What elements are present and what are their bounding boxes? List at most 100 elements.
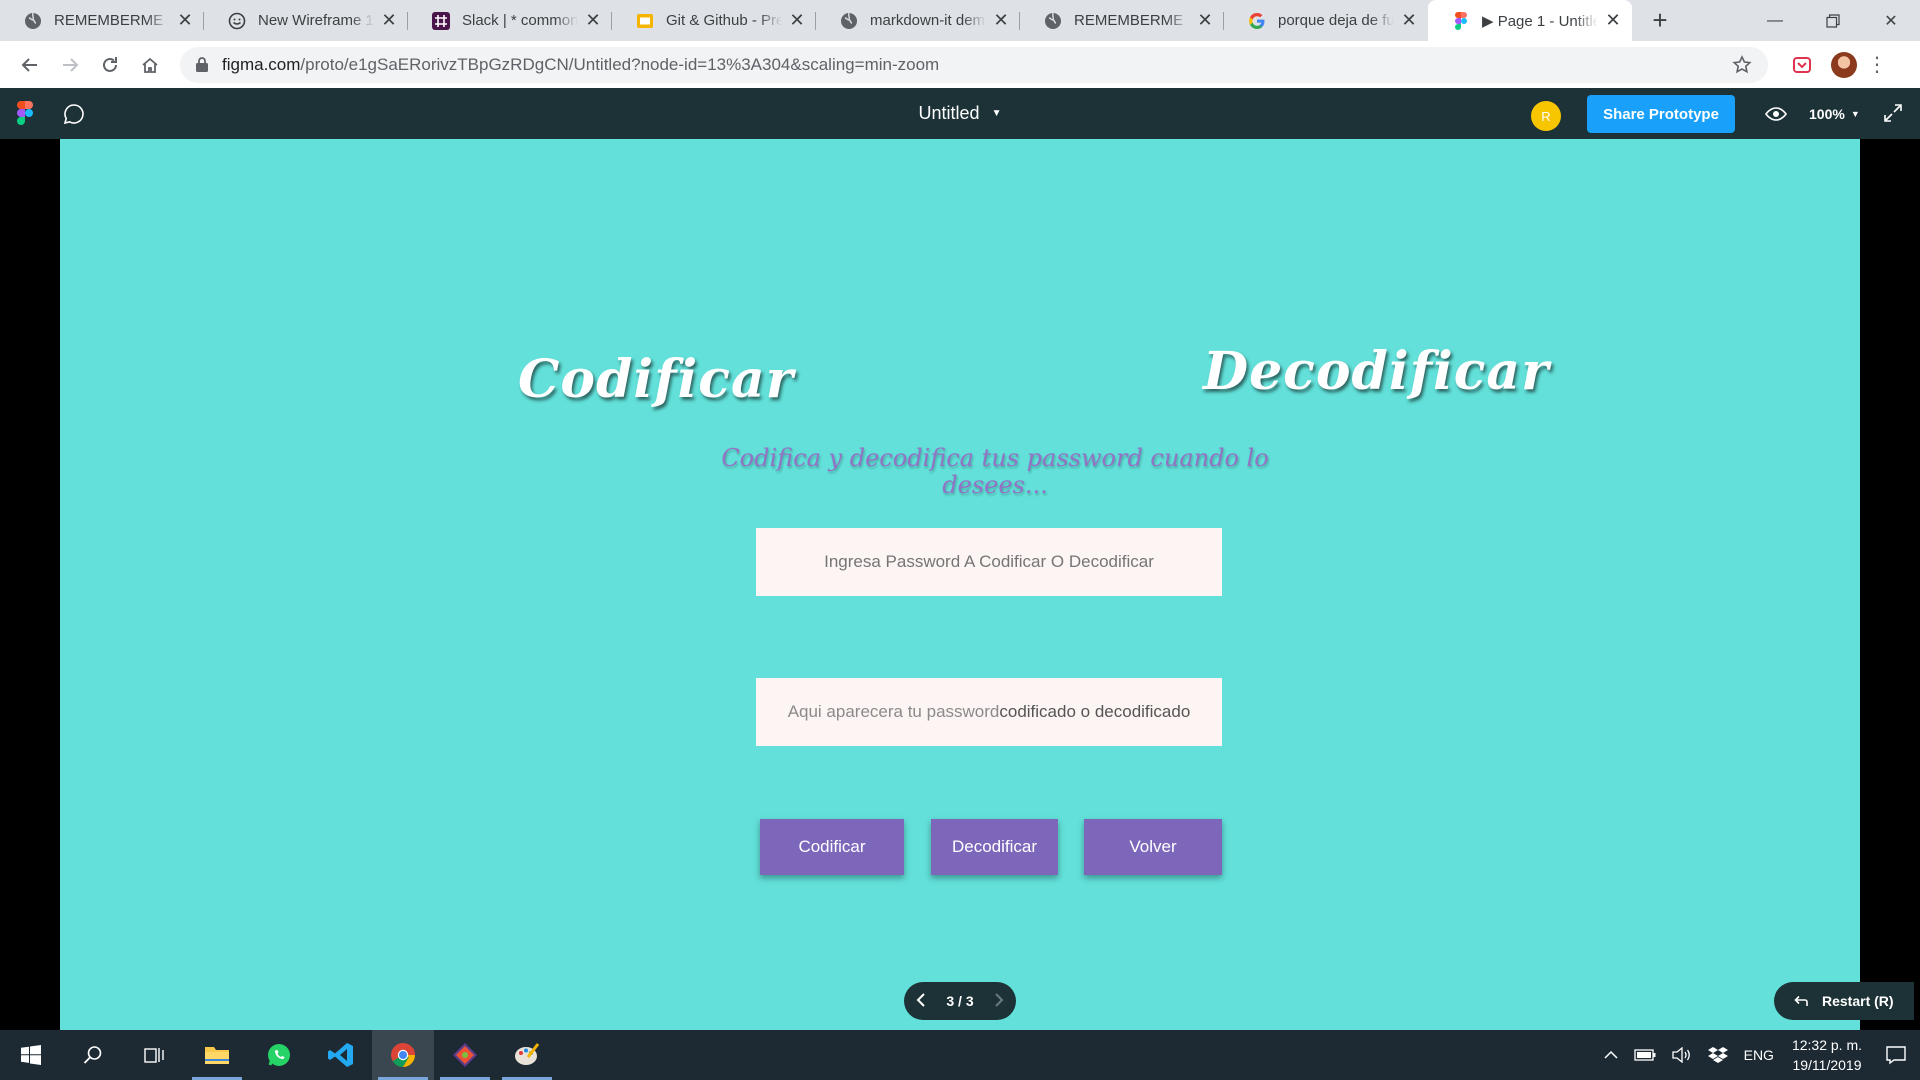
- chevron-down-icon: ▼: [991, 108, 1002, 119]
- output-text-a: Aqui aparecera tu password: [787, 702, 1000, 721]
- home-icon[interactable]: [130, 47, 170, 83]
- tab-title: REMEMBERME: [54, 12, 164, 29]
- figma-icon: [1452, 11, 1470, 30]
- tab-title: porque deja de fun: [1278, 12, 1394, 29]
- volver-button[interactable]: Volver: [1084, 819, 1222, 875]
- system-tray: ENG 12:32 p. m. 19/11/2019: [1596, 1030, 1920, 1080]
- heading-codificar: Codificar: [518, 349, 795, 410]
- close-icon[interactable]: ✕: [992, 10, 1010, 30]
- browser-tab-active[interactable]: ▶ Page 1 - Untitled ✕: [1428, 0, 1632, 41]
- close-icon[interactable]: ✕: [788, 10, 806, 30]
- codificar-button[interactable]: Codificar: [760, 819, 904, 875]
- close-icon[interactable]: ✕: [584, 10, 602, 30]
- restart-label: Restart (R): [1822, 993, 1894, 1009]
- browser-tab[interactable]: markdown-it demo ✕: [816, 0, 1020, 41]
- restart-button[interactable]: Restart (R): [1774, 982, 1914, 1020]
- restart-arrow-icon: [1794, 995, 1808, 1007]
- search-icon[interactable]: [62, 1030, 124, 1080]
- restore-icon[interactable]: [1804, 0, 1862, 41]
- language-indicator[interactable]: ENG: [1736, 1030, 1782, 1080]
- frame-pager: 3 / 3: [904, 982, 1016, 1020]
- user-avatar[interactable]: R: [1531, 101, 1561, 131]
- notification-icon[interactable]: [1872, 1045, 1920, 1065]
- close-icon[interactable]: ✕: [1196, 10, 1214, 30]
- battery-icon[interactable]: [1626, 1030, 1664, 1080]
- forward-arrow-icon[interactable]: [50, 47, 90, 83]
- chevron-up-icon[interactable]: [1596, 1030, 1626, 1080]
- more-menu-icon[interactable]: ⋮: [1862, 52, 1892, 77]
- windows-taskbar: ENG 12:32 p. m. 19/11/2019: [0, 1030, 1920, 1080]
- lock-icon[interactable]: [196, 57, 208, 72]
- volume-icon[interactable]: [1664, 1030, 1700, 1080]
- pocket-extension-icon[interactable]: [1784, 47, 1820, 83]
- close-window-icon[interactable]: ✕: [1862, 0, 1920, 41]
- clock-time: 12:32 p. m.: [1791, 1037, 1862, 1053]
- zoom-menu[interactable]: 100% ▼: [1809, 88, 1860, 139]
- new-tab-button[interactable]: +: [1640, 0, 1680, 41]
- browser-toolbar: figma.com/proto/e1gSaERorivzTBpGzRDgCN/U…: [0, 41, 1920, 88]
- pager-count: 3 / 3: [946, 993, 974, 1009]
- browser-tab-strip: REMEMBERME ✕ New Wireframe 1 | ✕ Slack |…: [0, 0, 1920, 41]
- chevron-left-icon[interactable]: [916, 992, 926, 1011]
- slack-icon: [432, 11, 450, 30]
- close-icon[interactable]: ✕: [380, 10, 398, 30]
- url-host: figma.com: [222, 54, 301, 74]
- bookmark-star-icon[interactable]: [1732, 54, 1752, 75]
- subtitle: Codifica y decodifica tus password cuand…: [721, 444, 1269, 499]
- chevron-right-icon[interactable]: [994, 992, 1004, 1011]
- password-input[interactable]: [756, 528, 1222, 596]
- close-icon[interactable]: ✕: [176, 10, 194, 30]
- dropbox-icon[interactable]: [1700, 1030, 1736, 1080]
- globe-icon: [840, 12, 858, 30]
- globe-icon: [24, 12, 42, 30]
- vscode-icon[interactable]: [310, 1030, 372, 1080]
- address-bar[interactable]: figma.com/proto/e1gSaERorivzTBpGzRDgCN/U…: [180, 46, 1768, 83]
- tab-title: Git & Github - Pre: [666, 12, 782, 29]
- file-title: Untitled: [918, 103, 980, 123]
- clock[interactable]: 12:32 p. m. 19/11/2019: [1782, 1035, 1872, 1075]
- tab-title: Slack | * commonc: [462, 12, 578, 29]
- tab-title: REMEMBERME: [1074, 12, 1184, 29]
- zoom-level: 100%: [1809, 105, 1845, 122]
- figma-prototype-bar: Untitled ▼ R Share Prototype 100% ▼: [0, 88, 1920, 139]
- git-gui-icon[interactable]: [434, 1030, 496, 1080]
- browser-tab[interactable]: Git & Github - Pre ✕: [612, 0, 816, 41]
- file-explorer-icon[interactable]: [186, 1030, 248, 1080]
- close-icon[interactable]: ✕: [1604, 10, 1622, 30]
- tab-title: ▶ Page 1 - Untitled: [1482, 12, 1598, 30]
- back-arrow-icon[interactable]: [10, 47, 50, 83]
- share-prototype-button[interactable]: Share Prototype: [1587, 95, 1735, 133]
- browser-tab[interactable]: porque deja de fun ✕: [1224, 0, 1428, 41]
- clock-date: 19/11/2019: [1792, 1057, 1862, 1073]
- task-view-icon[interactable]: [124, 1030, 186, 1080]
- globe-icon: [1044, 12, 1062, 30]
- url-path: /proto/e1gSaERorivzTBpGzRDgCN/Untitled?n…: [300, 54, 940, 74]
- heading-decodificar: Decodificar: [1203, 341, 1550, 402]
- smiley-icon: [228, 12, 246, 30]
- whatsapp-icon[interactable]: [248, 1030, 310, 1080]
- close-icon[interactable]: ✕: [1400, 10, 1418, 30]
- prototype-frame: Codificar Decodificar Codifica y decodif…: [60, 139, 1860, 1030]
- browser-tab[interactable]: REMEMBERME ✕: [0, 0, 204, 41]
- result-output: Aqui aparecera tu password codificado o …: [756, 678, 1222, 746]
- output-text-b: codificado o decodificado: [999, 702, 1191, 721]
- eye-icon[interactable]: [1765, 103, 1787, 125]
- url-text: figma.com/proto/e1gSaERorivzTBpGzRDgCN/U…: [222, 55, 1732, 75]
- browser-tab[interactable]: New Wireframe 1 | ✕: [204, 0, 408, 41]
- avatar: [1831, 51, 1857, 78]
- paint-icon[interactable]: [496, 1030, 558, 1080]
- prototype-viewer: Codificar Decodificar Codifica y decodif…: [0, 139, 1920, 1030]
- chrome-icon[interactable]: [372, 1030, 434, 1080]
- tab-title: New Wireframe 1 |: [258, 12, 374, 29]
- browser-tab[interactable]: REMEMBERME ✕: [1020, 0, 1224, 41]
- google-icon: [1248, 12, 1266, 30]
- profile-avatar[interactable]: [1826, 47, 1862, 83]
- windows-start-icon[interactable]: [0, 1030, 62, 1080]
- window-controls: — ✕: [1746, 0, 1920, 41]
- reload-icon[interactable]: [90, 47, 130, 83]
- minimize-icon[interactable]: —: [1746, 0, 1804, 41]
- browser-tab[interactable]: Slack | * commonc ✕: [408, 0, 612, 41]
- slides-icon: [636, 12, 654, 30]
- fullscreen-icon[interactable]: [1883, 103, 1903, 123]
- decodificar-button[interactable]: Decodificar: [931, 819, 1058, 875]
